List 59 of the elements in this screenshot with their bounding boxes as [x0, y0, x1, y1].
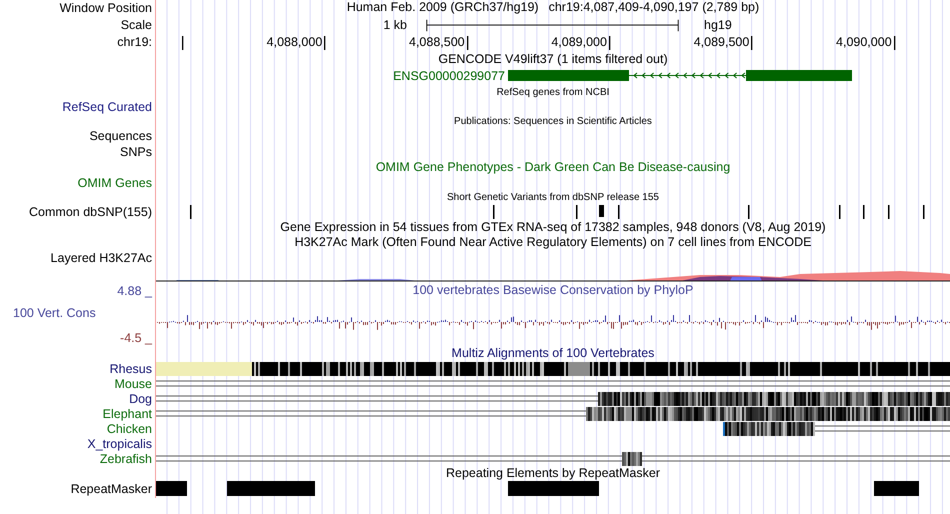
snp-mark — [923, 205, 925, 219]
snp-mark — [599, 205, 604, 217]
track-title: OMIM Gene Phenotypes - Dark Green Can Be Disease-causing — [376, 160, 730, 175]
snp-mark — [839, 205, 841, 219]
track-label: Layered H3K27Ac — [50, 251, 152, 265]
track-label: Mouse — [114, 377, 152, 391]
ruler-tick — [466, 36, 469, 50]
track-label: RepeatMasker — [70, 482, 152, 496]
track-label: Zebrafish — [100, 452, 152, 466]
track-label: RefSeq Curated — [62, 100, 152, 114]
ruler-label: 4,089,500 — [694, 35, 750, 50]
position-text: chr19:4,087,409-4,090,197 (2,789 bp) — [548, 0, 760, 15]
gene-model-drawing[interactable] — [508, 70, 852, 82]
track-label: Scale — [120, 18, 152, 32]
snp-mark — [888, 205, 890, 219]
track-label: Elephant — [102, 407, 152, 421]
track-label: X_tropicalis — [87, 437, 152, 451]
track-label: OMIM Genes — [78, 176, 152, 190]
ruler-tick — [894, 36, 896, 50]
axis-value: 4.88 _ — [117, 284, 152, 298]
ruler-tick — [751, 36, 754, 50]
track-label: 100 Vert. Cons — [13, 305, 96, 321]
repeat-block — [874, 481, 919, 496]
snp-mark — [618, 205, 620, 219]
ruler-tick — [608, 36, 611, 50]
track-title: 100 vertebrates Basewise Conservation by PhyloP — [412, 283, 694, 298]
track-label: Common dbSNP(155) — [29, 205, 152, 219]
ruler-tick — [324, 36, 326, 50]
track-title: Gene Expression in 54 tissues from GTEx RNA-seq of 17382 samples, 948 donors (V8, Aug 2019) — [280, 220, 826, 235]
track-label: Chicken — [106, 422, 152, 436]
track-title: Publications: Sequences in Scientific Articles — [454, 115, 652, 128]
ruler-label: 4,088,000 — [266, 35, 322, 50]
track-label: chr19: — [117, 35, 152, 49]
snp-mark — [748, 205, 750, 219]
scale-assembly: hg19 — [704, 18, 732, 33]
ruler-label: 4,090,000 — [836, 35, 892, 50]
track-label: SNPs — [120, 145, 152, 159]
track-title: Repeating Elements by RepeatMasker — [446, 466, 660, 481]
ruler-label: 4,088,500 — [409, 35, 465, 50]
ruler-tick — [182, 36, 184, 50]
track-title: Short Genetic Variants from dbSNP release 155 — [447, 191, 659, 204]
snp-mark — [190, 205, 192, 219]
track-title: GENCODE V49lift37 (1 items filtered out) — [438, 52, 668, 67]
track-title: H3K27Ac Mark (Often Found Near Active Regulatory Elements) on 7 cell lines from ENCODE — [294, 235, 812, 250]
assembly-name: Human Feb. 2009 (GRCh37/hg19) — [346, 0, 539, 15]
snp-mark — [493, 205, 495, 219]
snp-mark — [576, 205, 578, 219]
track-label: Dog — [129, 392, 152, 406]
track-label: Window Position — [60, 1, 152, 15]
track-title: RefSeq genes from NCBI — [496, 86, 610, 99]
gene-name[interactable]: ENSG00000299077 — [393, 69, 505, 84]
track-label: Sequences — [89, 129, 152, 143]
axis-value: -4.5 _ — [120, 331, 152, 345]
scale-text: 1 kb — [383, 18, 407, 33]
ruler-label: 4,089,000 — [551, 35, 607, 50]
snp-mark — [863, 205, 865, 219]
track-label: Rhesus — [110, 362, 152, 376]
repeat-block — [156, 481, 187, 496]
track-title: Multiz Alignments of 100 Vertebrates — [452, 346, 654, 361]
